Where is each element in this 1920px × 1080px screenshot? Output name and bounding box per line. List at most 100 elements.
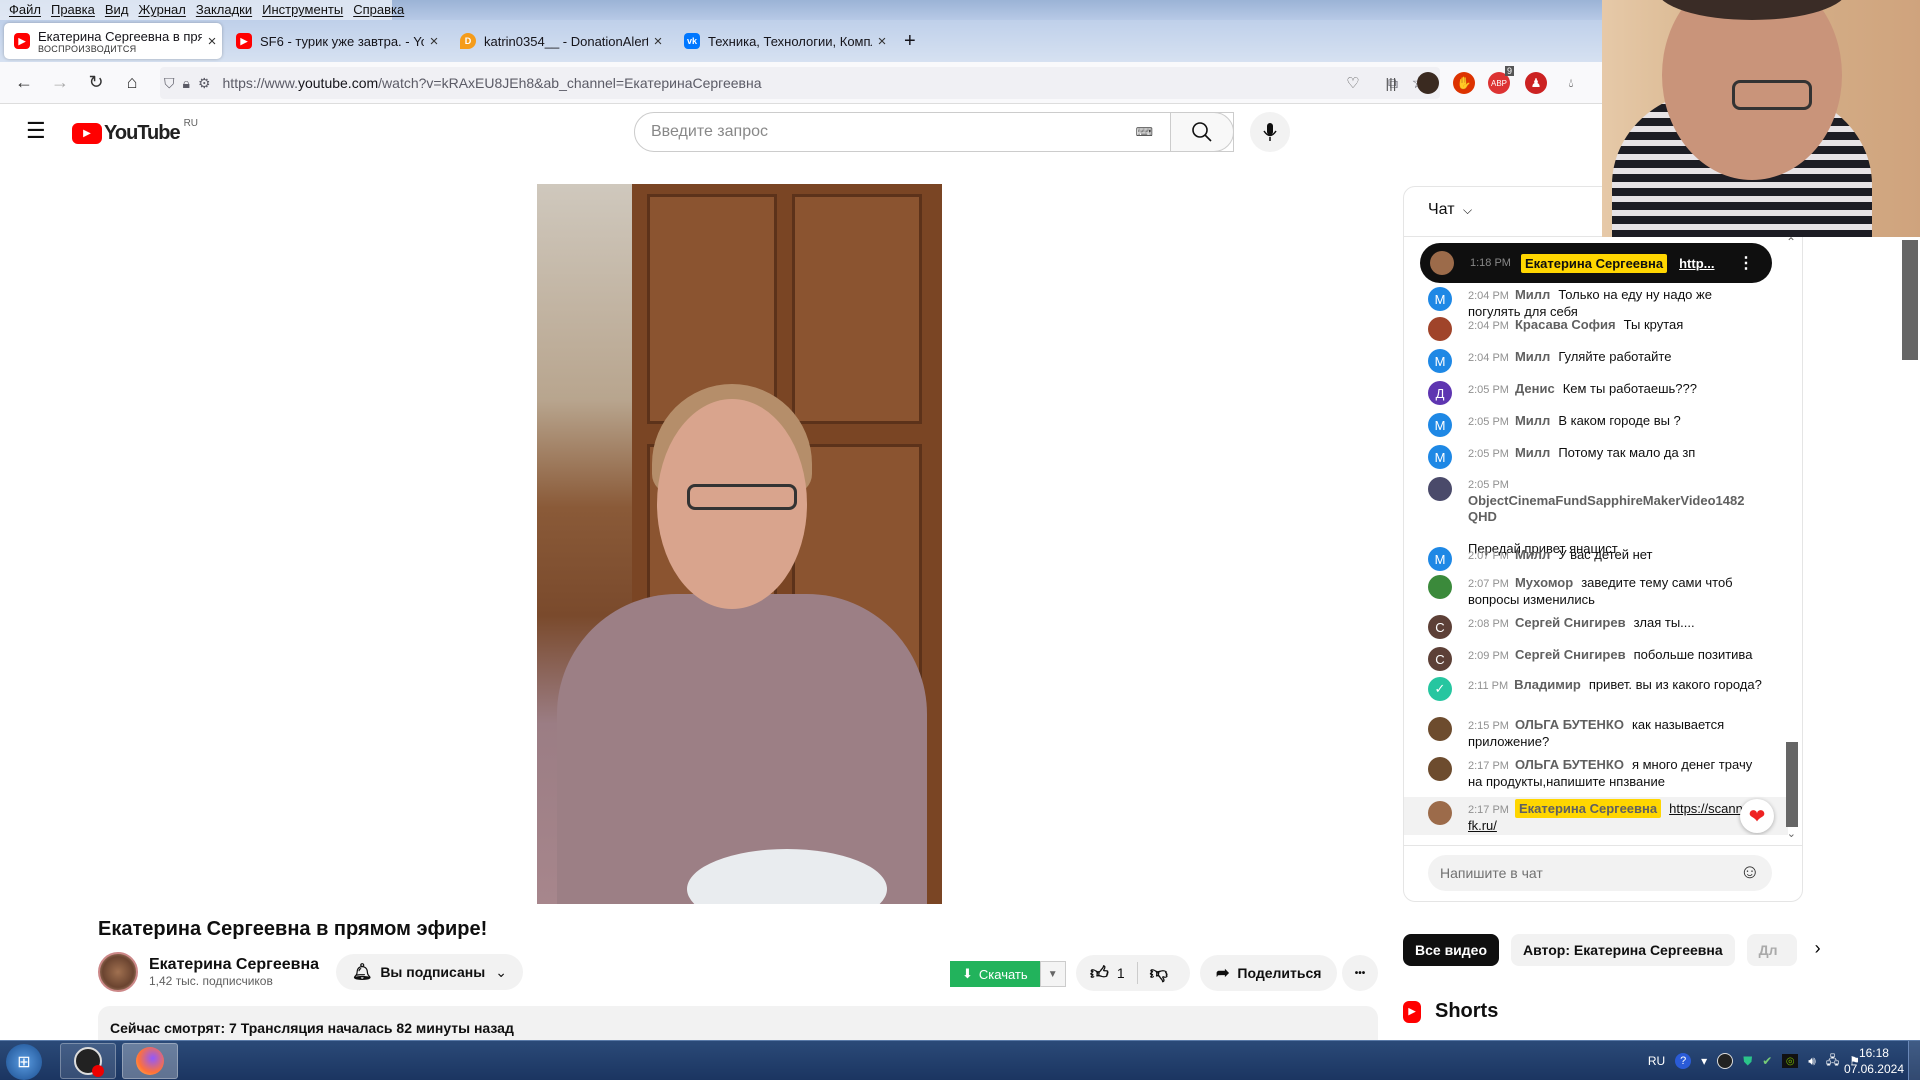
chat-message[interactable]: 2:17 PM Екатерина Сергеевна https://scanne… xyxy=(1404,797,1788,835)
help-icon[interactable]: ? xyxy=(1675,1053,1692,1069)
adblock-plus-icon[interactable]: ABP 9 xyxy=(1488,66,1514,94)
chat-message[interactable]: М 2:05 PM Милл В каком городе вы ? xyxy=(1428,413,1768,437)
message-author[interactable]: Милл xyxy=(1515,287,1550,302)
start-button[interactable]: ⊞ xyxy=(6,1044,42,1080)
video-player[interactable] xyxy=(537,184,942,904)
youtube-logo[interactable]: ▶ YouTube RU xyxy=(72,118,198,145)
network-icon[interactable]: 🖧 xyxy=(1826,1051,1839,1072)
menu-file[interactable]: Файл xyxy=(4,0,46,20)
avatar[interactable] xyxy=(1428,801,1452,825)
avatar[interactable]: М xyxy=(1428,349,1452,373)
menu-view[interactable]: Вид xyxy=(100,0,134,20)
chat-message[interactable]: Д 2:05 PM Денис Кем ты работаешь??? xyxy=(1428,381,1768,405)
emoji-icon[interactable]: ☺ xyxy=(1740,861,1760,884)
chat-message[interactable]: 2:04 PM Красава София Ты крутая xyxy=(1428,317,1768,341)
voice-search-button[interactable] xyxy=(1250,112,1290,152)
avatar[interactable] xyxy=(1428,757,1452,781)
scroll-down-icon[interactable]: ⌄ xyxy=(1787,827,1796,840)
avatar[interactable]: М xyxy=(1428,445,1452,469)
avatar[interactable]: С xyxy=(1428,647,1452,671)
chat-message[interactable]: 2:15 PM ОЛЬГА БУТЕНКО как называется прило… xyxy=(1428,717,1768,750)
tab-vk[interactable]: vk Техника, Технологии, Комплектующие × xyxy=(674,23,892,59)
more-options-icon[interactable]: ⋮ xyxy=(1738,253,1754,273)
volume-icon[interactable]: 🔊︎ xyxy=(1808,1054,1816,1069)
share-button[interactable]: ➦ Поделиться xyxy=(1200,955,1338,991)
heart-reaction-icon[interactable]: ❤ xyxy=(1740,799,1774,833)
usb-icon[interactable]: ✔ xyxy=(1762,1054,1772,1068)
chat-message[interactable]: М 2:05 PM Милл Потому так мало да зп xyxy=(1428,445,1768,469)
menu-hamburger-icon[interactable]: ☰ xyxy=(26,118,46,144)
chat-message[interactable]: 2:17 PM ОЛЬГА БУТЕНКО я много денег трачу … xyxy=(1428,757,1768,790)
chevron-right-icon[interactable]: › xyxy=(1815,934,1821,968)
system-clock[interactable]: 16:18 07.06.2024 xyxy=(1844,1045,1904,1077)
chat-message[interactable]: С 2:08 PM Сергей Снигирев злая ты.... xyxy=(1428,615,1768,639)
message-author[interactable]: ОЛЬГА БУТЕНКО xyxy=(1515,757,1624,772)
message-author[interactable]: Мухомор xyxy=(1515,575,1573,590)
obs-tray-icon[interactable] xyxy=(1717,1053,1734,1069)
chip-more[interactable]: Дл xyxy=(1746,934,1797,966)
menu-help[interactable]: Справка xyxy=(348,0,409,20)
home-icon[interactable]: ⌂ xyxy=(114,72,150,93)
new-tab-button[interactable]: + xyxy=(904,23,934,59)
back-icon[interactable]: ← xyxy=(6,72,42,93)
menu-tools[interactable]: Инструменты xyxy=(257,0,348,20)
pinned-link[interactable]: http... xyxy=(1679,256,1714,271)
message-author[interactable]: Денис xyxy=(1515,381,1555,396)
pinned-message[interactable]: 1:18 PM Екатерина Сергеевна http... ⋮ xyxy=(1420,243,1772,283)
message-author[interactable]: Милл xyxy=(1515,349,1550,364)
scroll-up-icon[interactable]: ⌃ xyxy=(1786,235,1796,249)
extension-red-icon[interactable]: ♟ xyxy=(1525,72,1547,94)
chat-input[interactable]: Напишите в чат ☺ xyxy=(1428,855,1772,891)
tab-sf6[interactable]: ▶ SF6 - турик уже завтра. - YouTube × xyxy=(226,23,444,59)
message-author[interactable]: Милл xyxy=(1515,445,1550,460)
channel-name[interactable]: Екатерина Сергеевна xyxy=(149,956,319,974)
library-icon[interactable]: ||| xyxy=(1380,72,1402,94)
adblock-icon[interactable]: ✋ xyxy=(1453,72,1475,94)
avatar[interactable] xyxy=(1428,717,1452,741)
message-author[interactable]: Красава София xyxy=(1515,317,1616,332)
close-tab-icon[interactable]: × xyxy=(872,33,892,50)
tab-active[interactable]: ▶ Екатерина Сергеевна в прямом эфире!ВОС… xyxy=(4,23,222,59)
close-tab-icon[interactable]: × xyxy=(202,33,222,50)
message-author[interactable]: Милл xyxy=(1515,413,1550,428)
avatar[interactable]: М xyxy=(1428,287,1452,311)
menu-history[interactable]: Журнал xyxy=(133,0,190,20)
chat-message[interactable]: 2:07 PM Мухомор заведите тему сами чтоб во… xyxy=(1428,575,1768,608)
close-tab-icon[interactable]: × xyxy=(424,33,444,50)
nvidia-icon[interactable]: ◎ xyxy=(1782,1054,1799,1068)
tab-donationalerts[interactable]: D katrin0354__ - DonationAlerts × xyxy=(450,23,668,59)
chat-message[interactable]: ✓ 2:11 PM Владимир привет. вы из какого гор… xyxy=(1428,677,1768,701)
message-author[interactable]: Милл xyxy=(1515,547,1550,562)
chat-message[interactable]: С 2:09 PM Сергей Снигирев побольше позитива xyxy=(1428,647,1768,671)
forward-icon[interactable]: → xyxy=(42,72,78,93)
message-author[interactable]: ОЛЬГА БУТЕНКО xyxy=(1515,717,1624,732)
chat-message[interactable]: М 2:04 PM Милл Только на еду ну надо же пог… xyxy=(1428,287,1768,320)
menu-edit[interactable]: Правка xyxy=(46,0,100,20)
menu-bookmarks[interactable]: Закладки xyxy=(191,0,257,20)
chat-message[interactable]: М 2:07 PM Милл У вас детей нет xyxy=(1428,547,1768,571)
avatar[interactable]: С xyxy=(1428,615,1452,639)
search-button[interactable] xyxy=(1170,112,1234,152)
download-dropdown[interactable]: ▼ xyxy=(1039,961,1066,987)
avatar[interactable]: Д xyxy=(1428,381,1452,405)
avatar[interactable] xyxy=(1428,317,1452,341)
avatar[interactable]: ✓ xyxy=(1428,677,1452,701)
taskbar-firefox[interactable] xyxy=(122,1043,178,1079)
message-author[interactable]: Владимир xyxy=(1514,677,1581,692)
close-tab-icon[interactable]: × xyxy=(648,33,668,50)
chip-author[interactable]: Автор: Екатерина Сергеевна xyxy=(1511,934,1735,966)
dislike-button[interactable]: 👎︎ xyxy=(1150,962,1168,984)
like-button[interactable]: 👍︎ xyxy=(1090,962,1109,984)
taskbar-obs[interactable] xyxy=(60,1043,116,1079)
avatar[interactable]: М xyxy=(1428,547,1452,571)
more-actions-button[interactable]: ••• xyxy=(1342,955,1378,991)
message-author[interactable]: Сергей Снигирев xyxy=(1515,615,1626,630)
language-indicator[interactable]: RU xyxy=(1648,1054,1665,1068)
avatar[interactable]: М xyxy=(1428,413,1452,437)
show-desktop-button[interactable] xyxy=(1908,1041,1920,1080)
chat-message[interactable]: М 2:04 PM Милл Гуляйте работайте xyxy=(1428,349,1768,373)
reload-icon[interactable]: ↻ xyxy=(78,72,114,93)
extension-avatar-icon[interactable] xyxy=(1417,72,1439,94)
message-author[interactable]: ObjectCinemaFundSapphireMakerVideo1482 Q… xyxy=(1468,493,1760,525)
address-bar[interactable]: ⛉ 🔒︎ ⚙ https://www.youtube.com/watch?v=k… xyxy=(160,67,1440,99)
